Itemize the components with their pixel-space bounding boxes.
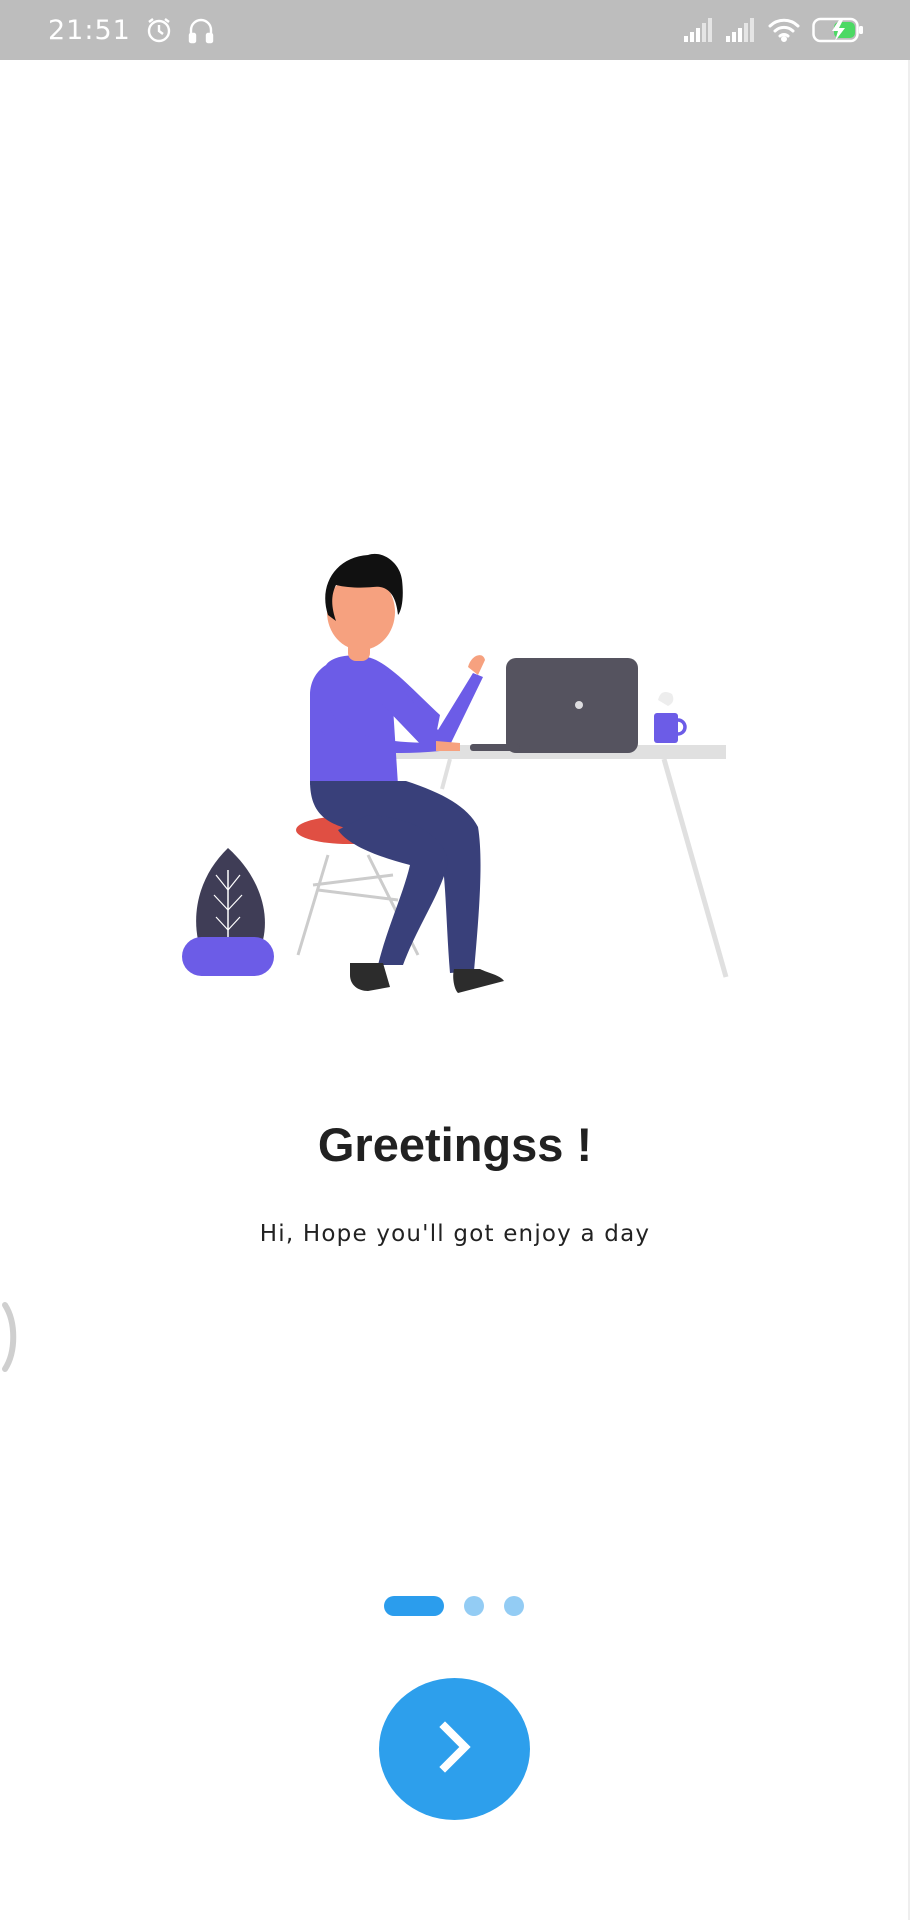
status-bar: 21:51 [0,0,910,60]
battery-charging-icon [812,17,864,43]
signal-icon [684,18,714,42]
signal-icon-2 [726,18,756,42]
chevron-right-icon [433,1719,477,1780]
status-right [684,17,864,43]
wifi-icon [768,18,800,42]
alarm-icon [145,16,173,44]
headphones-icon [187,16,215,44]
status-time: 21:51 [48,14,131,46]
onboarding-title: Greetingss ! [317,1118,593,1171]
onboarding-subtitle: Hi, Hope you'll got enjoy a day [259,1221,651,1247]
edge-swipe-handle[interactable] [0,1297,20,1377]
page-dot-2[interactable] [464,1596,484,1616]
onboarding-illustration [178,545,738,1005]
status-left: 21:51 [48,15,215,46]
page-dot-3[interactable] [504,1596,524,1616]
next-button[interactable] [379,1678,530,1820]
page-dot-1[interactable] [384,1596,444,1616]
page-indicator [384,1596,524,1616]
